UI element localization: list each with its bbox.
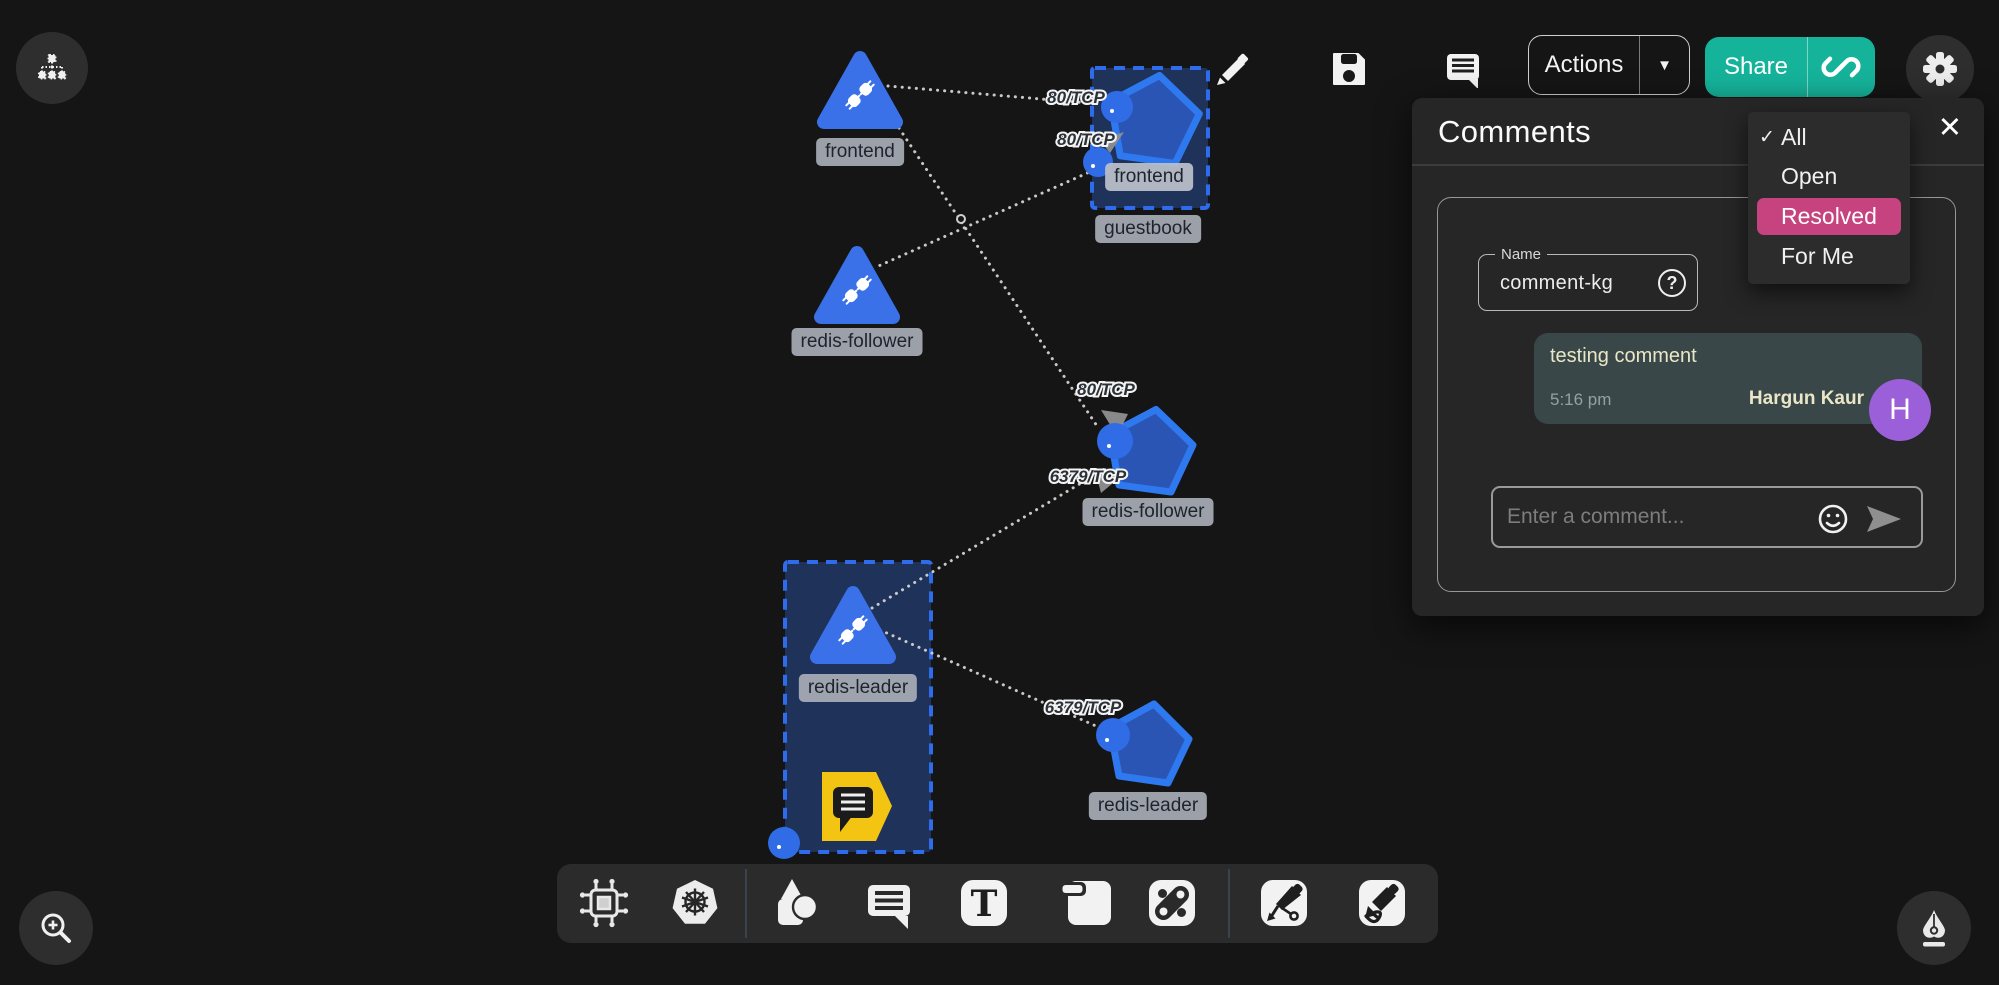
close-icon[interactable]: ✕ — [1938, 114, 1962, 143]
layout-tree-button[interactable] — [16, 32, 88, 104]
frame-tool-icon[interactable] — [1057, 875, 1113, 931]
comment-timestamp: 5:16 pm — [1550, 390, 1611, 410]
edge-guestbook-follower[interactable] — [874, 170, 1094, 268]
settings-button[interactable] — [1906, 35, 1974, 103]
node-label-redis-follower: redis-follower — [792, 328, 923, 356]
toolbar-divider — [745, 869, 747, 938]
avatar: H — [1869, 379, 1931, 441]
edge-label: 80/TCP — [1057, 130, 1115, 149]
actions-button[interactable]: Actions ▼ — [1528, 35, 1690, 95]
zoom-button[interactable] — [19, 891, 93, 965]
menu-item-all[interactable]: ✓ All — [1748, 118, 1910, 157]
comment-input-field[interactable] — [1507, 488, 1797, 546]
text-tool-icon[interactable]: T — [956, 875, 1012, 931]
menu-item-open[interactable]: Open — [1748, 157, 1910, 196]
kubernetes-icon[interactable] — [667, 875, 723, 931]
name-field-label: Name — [1495, 246, 1547, 263]
node-label-frontend: frontend — [816, 138, 904, 166]
edge-label: 80/TCP — [1077, 380, 1135, 399]
comment-item[interactable]: testing comment 5:16 pm Hargun Kaur H — [1534, 333, 1922, 424]
node-label-redis-leader: redis-leader — [799, 674, 917, 702]
gear-icon — [1919, 48, 1961, 90]
pen-mode-button[interactable] — [1897, 891, 1971, 965]
edge-label: 6379/TCP — [1050, 467, 1127, 486]
comments-filter-menu: ✓ All Open Resolved For Me — [1748, 112, 1910, 284]
connector-tool-icon[interactable] — [1144, 875, 1200, 931]
menu-item-label: Resolved — [1781, 203, 1877, 229]
share-label: Share — [1705, 53, 1807, 81]
hierarchy-icon — [30, 46, 74, 90]
comment-tool-icon[interactable] — [861, 875, 917, 931]
menu-item-label: All — [1781, 124, 1807, 150]
edge-leader-follower-6379[interactable] — [872, 467, 1108, 608]
menu-item-label: Open — [1781, 163, 1837, 189]
svg-text:T: T — [971, 883, 998, 925]
shape-toolbar: T — [557, 864, 1438, 943]
draw-pencil-tool-icon[interactable] — [1354, 875, 1410, 931]
node-frontend-deployment[interactable] — [824, 58, 896, 122]
actions-label: Actions — [1529, 51, 1639, 79]
group-label-guestbook: guestbook — [1095, 215, 1201, 243]
check-icon: ✓ — [1759, 118, 1775, 157]
comment-text: testing comment — [1550, 345, 1697, 368]
name-field-value: comment-kg — [1500, 272, 1613, 295]
custom-resource-icon[interactable] — [576, 875, 632, 931]
edit-pencil-icon[interactable] — [1214, 50, 1252, 88]
edge-pen-tool-icon[interactable] — [1256, 875, 1312, 931]
save-icon[interactable] — [1330, 50, 1368, 88]
comment-input[interactable] — [1491, 486, 1923, 548]
comment-author: Hargun Kaur — [1749, 388, 1864, 410]
send-icon[interactable] — [1863, 506, 1903, 532]
panel-title: Comments — [1438, 114, 1591, 150]
comments-toggle-icon[interactable] — [1444, 50, 1482, 88]
help-icon[interactable]: ? — [1658, 269, 1686, 297]
node-label-redis-leader-service: redis-leader — [1089, 792, 1207, 820]
pen-nib-icon — [1911, 905, 1957, 951]
comment-name-field[interactable]: Name comment-kg ? — [1478, 254, 1698, 311]
menu-item-label: For Me — [1781, 243, 1854, 269]
emoji-icon[interactable] — [1817, 503, 1849, 535]
node-redis-follower-deployment[interactable] — [821, 253, 893, 317]
edge-crossing-dot — [957, 215, 965, 223]
toolbar-divider — [1228, 869, 1230, 938]
share-button[interactable]: Share — [1705, 37, 1875, 97]
edge-label: 6379/TCP — [1045, 698, 1122, 717]
chevron-down-icon[interactable]: ▼ — [1640, 57, 1689, 74]
node-label-redis-follower-service: redis-follower — [1083, 498, 1214, 526]
edge-frontend-follower-80[interactable] — [899, 128, 1099, 429]
shapes-tool-icon[interactable] — [767, 875, 823, 931]
zoom-in-icon — [34, 906, 78, 950]
menu-item-resolved[interactable]: Resolved — [1757, 198, 1901, 235]
share-link-icon[interactable] — [1808, 49, 1874, 85]
menu-item-for-me[interactable]: For Me — [1748, 237, 1910, 276]
node-label-frontend-service: frontend — [1105, 163, 1193, 191]
edge-label: 80/TCP — [1047, 88, 1105, 107]
app-root: 80/TCP 80/TCP 80/TCP 6379/TCP 6379/TCP f… — [0, 0, 1999, 985]
